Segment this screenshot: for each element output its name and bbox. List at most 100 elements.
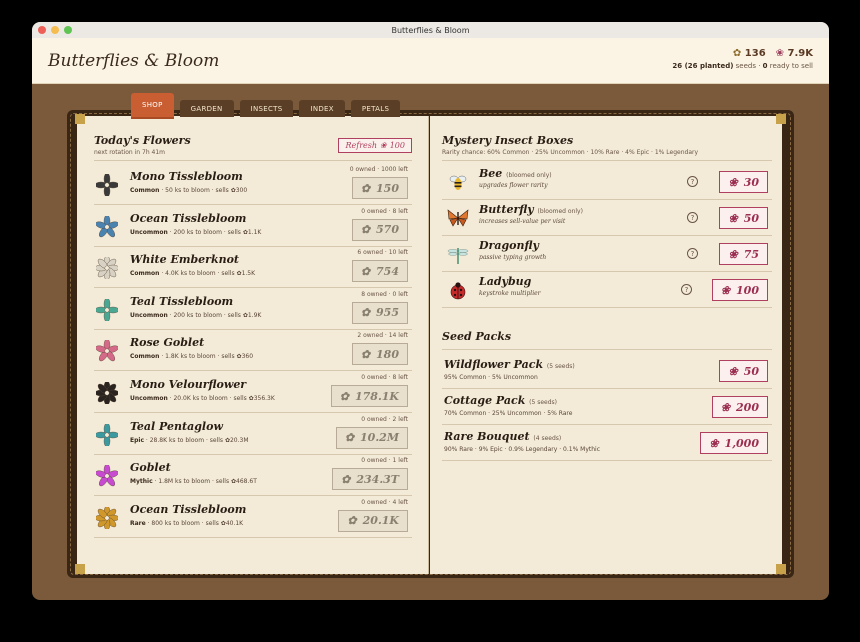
info-icon[interactable]: ? xyxy=(681,284,692,295)
buy-flower-button[interactable]: ✿ 10.2M xyxy=(335,426,408,449)
insect-description: upgrades flower rarity xyxy=(479,182,548,189)
tab-garden[interactable]: GARDEN xyxy=(179,100,234,117)
tab-insects[interactable]: INSECTS xyxy=(239,100,294,117)
flowers-title: Today's Flowers xyxy=(94,134,191,147)
flower-bloom-info: · 1.8M ks to bloom · sells ✿468.6T xyxy=(152,478,257,486)
flower-price: 955 xyxy=(376,306,399,320)
flowers-rotation: next rotation in 7h 41m xyxy=(94,149,166,156)
minimize-window-button[interactable] xyxy=(51,26,59,34)
flower-row: Teal Pentaglow Epic · 28.8K ks to bloom ·… xyxy=(94,414,412,455)
insect-box-row: Butterfly (bloomed only) increases sell-v… xyxy=(442,200,772,236)
seed-pack-name-text: Wildflower Pack xyxy=(444,358,544,371)
left-page: Today's Flowers next rotation in 7h 41m … xyxy=(77,116,429,574)
dragonfly-icon xyxy=(446,242,470,266)
seed-pack-price: 50 xyxy=(743,364,759,378)
flower-name: Teal Tisslebloom xyxy=(130,294,234,308)
buy-insect-box-button[interactable]: ❀ 30 xyxy=(719,171,768,193)
seed-pack-odds: 95% Common · 5% Uncommon xyxy=(444,374,538,381)
flower-stock: 0 owned · 4 left xyxy=(361,498,408,506)
flower-bloom-info: · 4.0K ks to bloom · sells ✿1.5K xyxy=(159,270,256,278)
seed-pack-name-text: Cottage Pack xyxy=(444,394,526,407)
insect-tag: (bloomed only) xyxy=(537,208,583,215)
buy-flower-button[interactable]: ✿ 20.1K xyxy=(338,509,408,532)
buy-flower-button[interactable]: ✿ 754 xyxy=(351,260,408,283)
seeds-planted: 26 (26 planted) xyxy=(672,62,734,70)
insect-name-text: Bee xyxy=(479,167,503,180)
buy-flower-button[interactable]: ✿ 178.1K xyxy=(330,385,408,407)
buy-insect-box-button[interactable]: ❀ 75 xyxy=(719,243,768,265)
flower-row: Rose Goblet Common · 1.8K ks to bloom · s… xyxy=(94,330,412,372)
window-controls xyxy=(38,26,72,34)
ready-label: ready to sell xyxy=(767,62,813,70)
seed-icon: ✿ xyxy=(347,514,357,528)
seeds-count: 136 xyxy=(744,48,766,59)
flower-stock: 2 owned · 14 left xyxy=(357,332,408,340)
seed-icon: ✿ xyxy=(360,181,371,195)
buy-seed-pack-button[interactable]: ❀ 1,000 xyxy=(700,432,768,454)
refresh-cost: 100 xyxy=(389,141,405,150)
petal-icon: ❀ xyxy=(720,400,731,414)
flower-meta: Mythic · 1.8M ks to bloom · sells ✿468.6… xyxy=(130,478,257,485)
flower-name: Mono Tisslebloom xyxy=(130,170,243,183)
info-icon[interactable]: ? xyxy=(687,176,698,187)
flower-stock: 8 owned · 0 left xyxy=(361,290,408,298)
flowers-header: Today's Flowers next rotation in 7h 41m xyxy=(94,134,191,156)
insect-price: 50 xyxy=(743,211,759,225)
buy-flower-button[interactable]: ✿ 150 xyxy=(351,177,408,199)
insect-price: 100 xyxy=(736,283,759,297)
flower-row: Mono Tisslebloom Common · 50 ks to bloom … xyxy=(94,164,412,205)
seeds-title: Seed Packs xyxy=(442,330,512,343)
info-icon[interactable]: ? xyxy=(687,212,698,223)
buy-insect-box-button[interactable]: ❀ 100 xyxy=(711,279,768,301)
seed-icon: ✿ xyxy=(339,389,349,403)
insect-description: keystroke multiplier xyxy=(479,290,541,297)
flower-stock: 0 owned · 1 left xyxy=(361,457,408,465)
divider xyxy=(94,160,412,161)
close-window-button[interactable] xyxy=(38,26,46,34)
ladybug-icon xyxy=(446,278,470,302)
seed-icon: ✿ xyxy=(344,431,355,445)
flower-bloom-info: · 200 ks to bloom · sells ✿1.1K xyxy=(167,228,262,236)
seed-icon: ✿ xyxy=(360,223,371,237)
buy-flower-button[interactable]: ✿ 955 xyxy=(351,301,408,324)
seed-icon: ✿ xyxy=(341,472,351,486)
butterfly-icon xyxy=(446,206,470,230)
tab-shop[interactable]: SHOP xyxy=(131,93,174,117)
flower-stock: 6 owned · 10 left xyxy=(357,249,408,257)
buy-seed-pack-button[interactable]: ❀ 50 xyxy=(719,360,768,382)
flower-price: 180 xyxy=(376,347,399,361)
refresh-label: Refresh xyxy=(345,141,378,150)
flower-stock: 0 owned · 1000 left xyxy=(349,166,408,173)
buy-flower-button[interactable]: ✿ 180 xyxy=(351,343,408,366)
refresh-button[interactable]: Refresh ❀ 100 xyxy=(338,138,412,153)
insect-price: 75 xyxy=(743,247,759,261)
buy-flower-button[interactable]: ✿ 570 xyxy=(351,218,408,241)
flower-price: 570 xyxy=(376,223,399,237)
seed-pack-name-text: Rare Bouquet xyxy=(444,430,530,443)
buy-insect-box-button[interactable]: ❀ 50 xyxy=(719,207,768,229)
flower-rarity: Uncommon xyxy=(130,311,168,319)
seed-pack-price: 1,000 xyxy=(724,436,759,450)
insect-name: Butterfly (bloomed only) xyxy=(479,203,583,216)
zoom-window-button[interactable] xyxy=(64,26,72,34)
flower-row: Goblet Mythic · 1.8M ks to bloom · sells … xyxy=(94,455,412,497)
buy-seed-pack-button[interactable]: ❀ 200 xyxy=(711,396,768,418)
seed-pack-name: Rare Bouquet (4 seeds) xyxy=(444,430,561,443)
seed-pack-count: (5 seeds) xyxy=(546,363,575,370)
seed-icon: ✿ xyxy=(732,48,742,59)
main-tabs: SHOP GARDEN INSECTS INDEX PETALS xyxy=(131,93,401,117)
flower-bloom-info: · 50 ks to bloom · sells ✿300 xyxy=(159,187,248,194)
flower-icon xyxy=(94,255,120,281)
info-icon[interactable]: ? xyxy=(687,248,698,259)
flower-bloom-info: · 200 ks to bloom · sells ✿1.9K xyxy=(167,311,262,319)
flower-name: Ocean Tisslebloom xyxy=(130,502,247,516)
flower-rarity: Common xyxy=(130,270,160,278)
flower-meta: Uncommon · 200 ks to bloom · sells ✿1.1K xyxy=(130,229,261,236)
insect-description: passive typing growth xyxy=(479,254,547,261)
seed-pack-price: 200 xyxy=(736,400,759,414)
insect-name: Bee (bloomed only) xyxy=(479,167,552,180)
buy-flower-button[interactable]: ✿ 234.3T xyxy=(332,468,408,491)
tab-index[interactable]: INDEX xyxy=(299,100,345,117)
tab-petals[interactable]: PETALS xyxy=(350,100,401,117)
petal-icon: ❀ xyxy=(709,436,719,450)
